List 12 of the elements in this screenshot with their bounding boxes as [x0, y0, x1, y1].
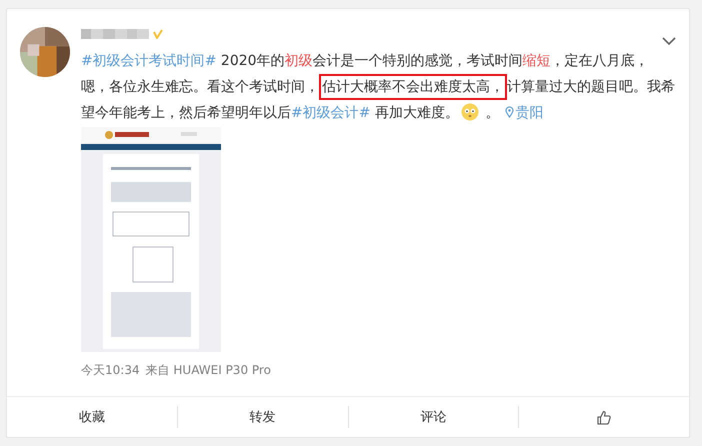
post-source: 来自 HUAWEI P30 Pro — [146, 362, 271, 379]
chevron-down-icon[interactable] — [662, 37, 676, 45]
emoji-icon — [460, 103, 479, 121]
badge-icon — [153, 29, 163, 39]
action-button[interactable]: 评论 — [348, 397, 518, 437]
post-text: #初级会计考试时间# 2020年的初级会计是一个特别的感觉，考试时间缩短，定在八月底， 嗯，各位永生难忘。看这个考试时间， 估计大概率不会出难度太高， 计算量过大的题目吧。我希 望今年能考上，然后希望明年以后#初级会计# 再加大难度。 。 贵阳 — [81, 52, 676, 123]
action-button[interactable]: 转发 — [178, 397, 348, 437]
location-pin-icon — [505, 106, 514, 118]
post-time: 今天10:34 — [81, 362, 140, 379]
thumbs-up-icon — [597, 410, 612, 424]
action-button[interactable]: 收藏 — [7, 397, 177, 437]
blurred-username — [81, 29, 149, 39]
